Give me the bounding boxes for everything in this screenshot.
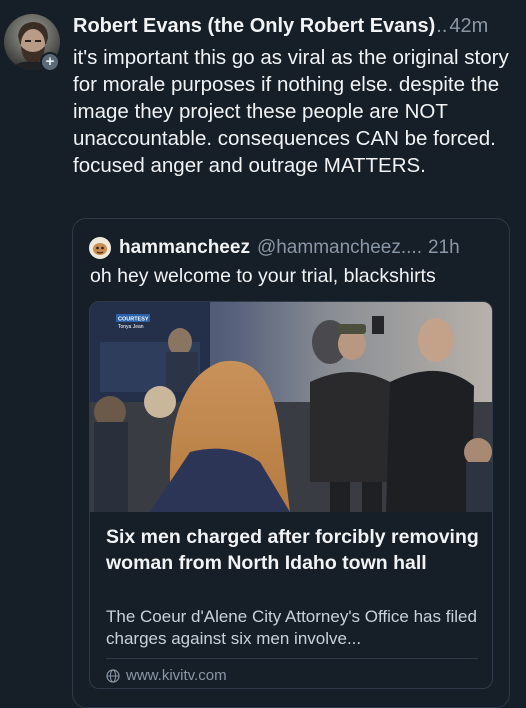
link-preview-title[interactable]: Six men charged after forcibly removing … bbox=[106, 524, 486, 576]
quoted-author-name[interactable]: hammancheez bbox=[119, 237, 250, 259]
link-preview-image[interactable]: COURTESY Tonya Jean bbox=[90, 302, 492, 512]
link-preview-divider bbox=[106, 658, 478, 659]
image-caption-courtesy: COURTESY bbox=[118, 317, 149, 323]
post-timestamp[interactable]: 42m bbox=[449, 15, 488, 38]
post-header: Robert Evans (the Only Robert Evans) .. … bbox=[73, 15, 513, 41]
post: + Robert Evans (the Only Robert Evans) .… bbox=[0, 0, 526, 708]
quoted-author-avatar[interactable] bbox=[89, 237, 111, 259]
post-text: it's important this go as viral as the o… bbox=[73, 46, 509, 177]
globe-icon bbox=[106, 668, 120, 683]
image-caption-credit: Tonya Jean bbox=[118, 324, 144, 330]
quoted-post-text: oh hey welcome to your trial, blackshirt… bbox=[90, 265, 436, 287]
link-preview-domain-row[interactable]: www.kivitv.com bbox=[106, 667, 227, 684]
header-ellipsis: .. bbox=[436, 15, 448, 37]
quoted-post[interactable]: hammancheez @hammancheez.... 21h oh hey … bbox=[72, 218, 510, 708]
quoted-author-handle[interactable]: @hammancheez.... bbox=[257, 237, 422, 259]
quoted-post-header: hammancheez @hammancheez.... 21h bbox=[89, 236, 499, 260]
link-preview-domain[interactable]: www.kivitv.com bbox=[126, 667, 227, 684]
quoted-post-timestamp[interactable]: 21h bbox=[428, 237, 460, 259]
follow-plus-icon[interactable]: + bbox=[40, 52, 60, 72]
author-name[interactable]: Robert Evans (the Only Robert Evans) bbox=[73, 15, 435, 38]
author-avatar-container[interactable]: + bbox=[4, 14, 60, 72]
link-preview-description: The Coeur d'Alene City Attorney's Office… bbox=[106, 607, 477, 648]
link-preview-card[interactable]: COURTESY Tonya Jean Six men charged afte… bbox=[89, 301, 493, 689]
